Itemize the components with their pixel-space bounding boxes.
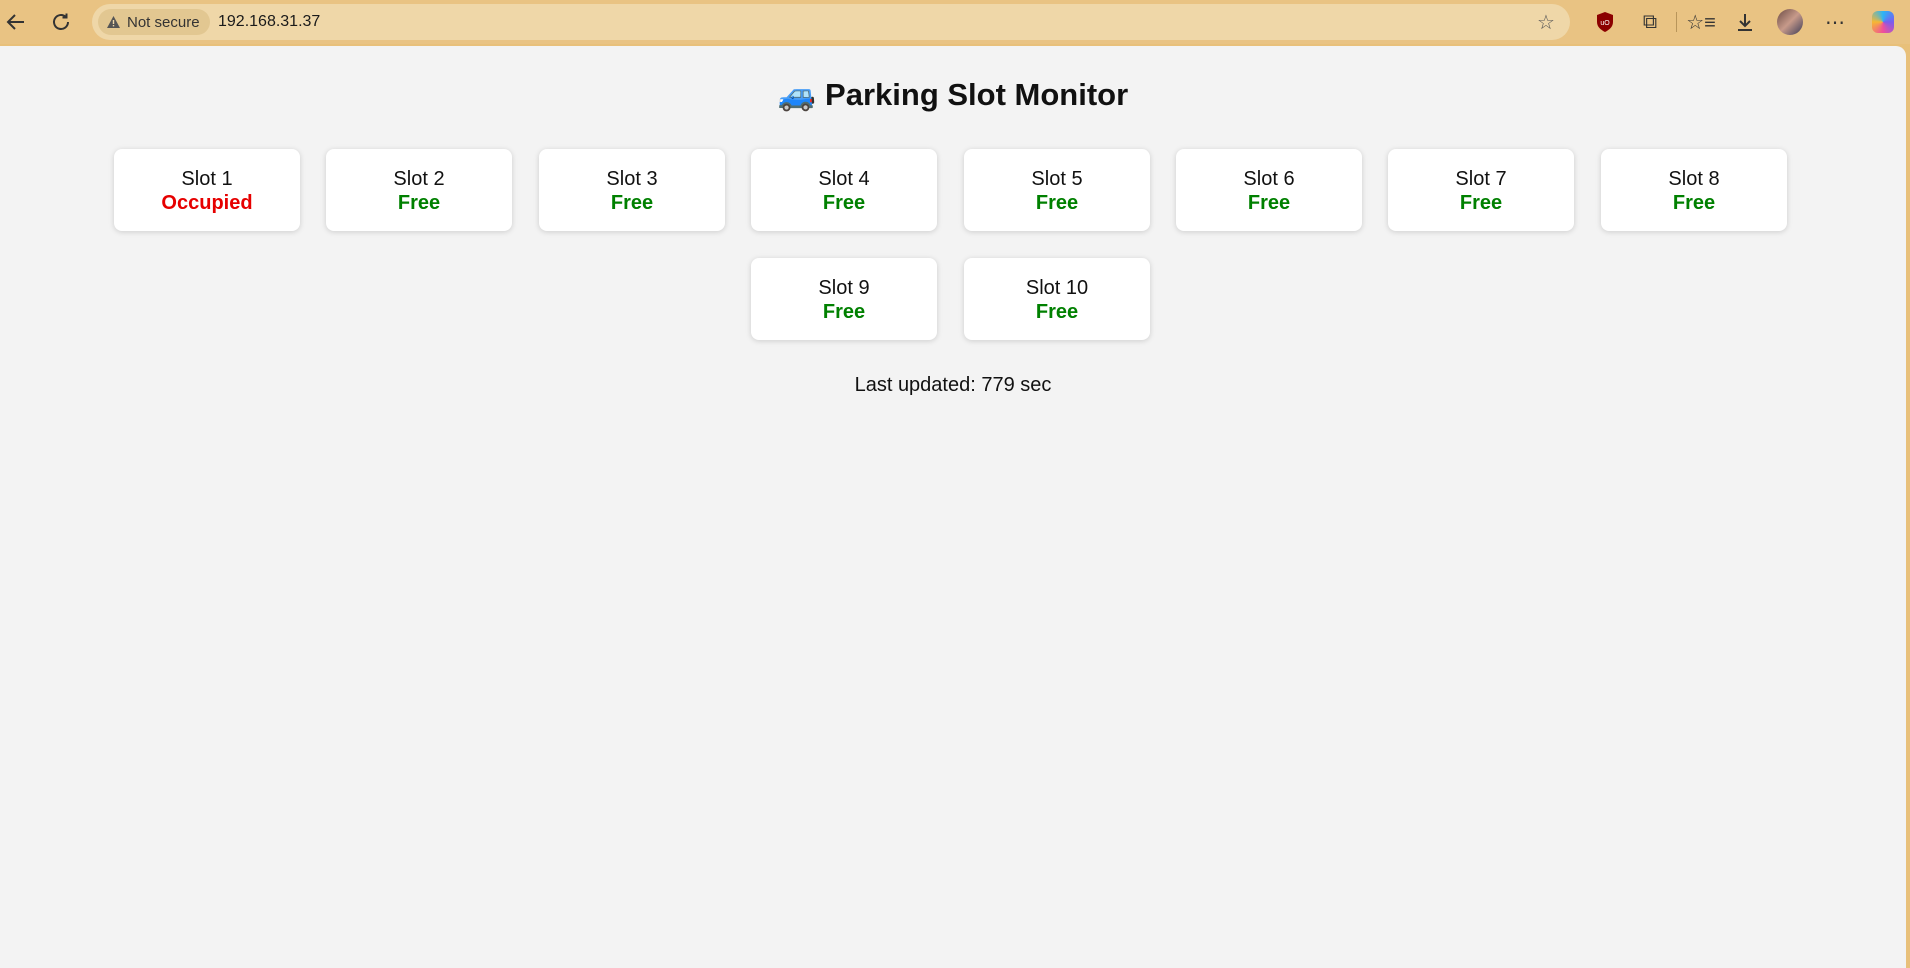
address-bar[interactable]: Not secure 192.168.31.37 ☆ bbox=[92, 4, 1570, 40]
avatar bbox=[1777, 9, 1803, 35]
page-title: 🚙 Parking Slot Monitor bbox=[0, 76, 1906, 113]
page-title-text: Parking Slot Monitor bbox=[825, 77, 1129, 112]
slot-name: Slot 7 bbox=[1455, 168, 1507, 190]
ublock-icon: uO bbox=[1597, 12, 1613, 32]
car-emoji: 🚙 bbox=[777, 77, 817, 112]
slot-card: Slot 4 Free bbox=[751, 149, 937, 231]
slot-card: Slot 1 Occupied bbox=[114, 149, 300, 231]
svg-text:uO: uO bbox=[1600, 20, 1610, 27]
downloads-button[interactable] bbox=[1730, 7, 1760, 37]
more-button[interactable]: ⋯ bbox=[1820, 7, 1850, 37]
url-text[interactable]: 192.168.31.37 bbox=[218, 13, 320, 31]
slot-status: Free bbox=[1459, 192, 1503, 214]
toolbar-divider bbox=[1676, 12, 1677, 32]
extensions-icon: ⧉ bbox=[1642, 10, 1658, 33]
slot-name: Slot 5 bbox=[1031, 168, 1083, 190]
slot-name: Slot 4 bbox=[818, 168, 870, 190]
favorites-icon: ☆≡ bbox=[1686, 11, 1716, 34]
warning-icon bbox=[107, 16, 120, 28]
page-viewport: 🚙 Parking Slot Monitor Slot 1 Occupied S… bbox=[0, 46, 1906, 968]
star-icon: ☆ bbox=[1537, 11, 1555, 34]
slot-status: Free bbox=[1672, 192, 1716, 214]
favorite-button[interactable]: ☆ bbox=[1532, 8, 1560, 36]
slot-name: Slot 9 bbox=[818, 277, 870, 299]
slot-status: Free bbox=[397, 192, 441, 214]
slot-card: Slot 3 Free bbox=[539, 149, 725, 231]
slot-card: Slot 5 Free bbox=[964, 149, 1150, 231]
slot-card: Slot 8 Free bbox=[1601, 149, 1787, 231]
slot-status: Free bbox=[822, 192, 866, 214]
last-updated-text: Last updated: 779 sec bbox=[854, 374, 1052, 396]
slot-name: Slot 8 bbox=[1668, 168, 1720, 190]
slot-name: Slot 2 bbox=[393, 168, 445, 190]
slot-card: Slot 9 Free bbox=[751, 258, 937, 340]
security-label: Not secure bbox=[127, 13, 200, 31]
slot-card: Slot 10 Free bbox=[964, 258, 1150, 340]
profile-button[interactable] bbox=[1775, 7, 1805, 37]
browser-toolbar: Not secure 192.168.31.37 ☆ uO ⧉ ☆≡ ⋯ bbox=[0, 0, 1910, 44]
copilot-icon bbox=[1872, 11, 1894, 33]
back-arrow-icon bbox=[6, 14, 24, 30]
extensions-button[interactable]: ⧉ bbox=[1635, 7, 1665, 37]
slot-status: Free bbox=[610, 192, 654, 214]
security-indicator[interactable]: Not secure bbox=[98, 9, 210, 35]
ublock-button[interactable]: uO bbox=[1590, 7, 1620, 37]
slot-name: Slot 6 bbox=[1243, 168, 1295, 190]
favorites-button[interactable]: ☆≡ bbox=[1686, 7, 1716, 37]
slot-name: Slot 10 bbox=[1025, 277, 1089, 299]
more-icon: ⋯ bbox=[1825, 11, 1845, 34]
slot-status: Occupied bbox=[161, 192, 253, 214]
copilot-button[interactable] bbox=[1868, 7, 1898, 37]
slot-card: Slot 6 Free bbox=[1176, 149, 1362, 231]
slot-name: Slot 1 bbox=[181, 168, 233, 190]
slot-status: Free bbox=[1035, 192, 1079, 214]
slot-status: Free bbox=[1035, 301, 1079, 323]
slot-card: Slot 2 Free bbox=[326, 149, 512, 231]
download-icon bbox=[1738, 14, 1752, 31]
slot-card: Slot 7 Free bbox=[1388, 149, 1574, 231]
slot-name: Slot 3 bbox=[606, 168, 658, 190]
reload-icon bbox=[53, 13, 69, 30]
slot-status: Free bbox=[1247, 192, 1291, 214]
back-button[interactable] bbox=[0, 6, 32, 38]
reload-button[interactable] bbox=[45, 6, 77, 38]
slot-status: Free bbox=[822, 301, 866, 323]
